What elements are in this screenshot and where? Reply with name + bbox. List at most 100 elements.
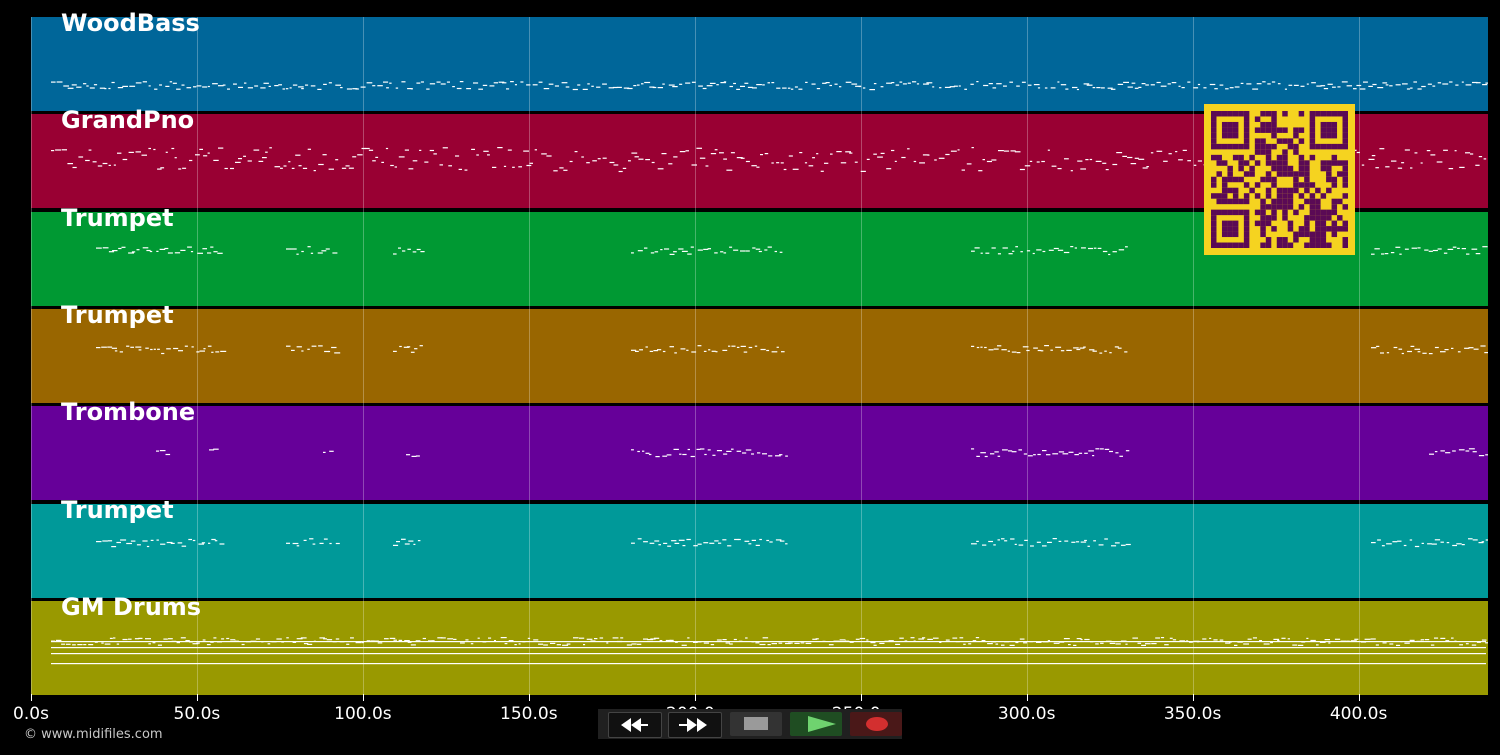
note [1382,642,1387,644]
note [145,637,151,640]
note [1480,345,1486,347]
note [812,157,815,159]
note [1390,251,1395,253]
note [440,83,446,85]
note [1178,159,1183,161]
note [406,346,411,348]
note [766,539,770,541]
copyright-footer: © www.midifiles.com [24,727,163,742]
note [518,643,521,645]
note [1141,644,1146,646]
note [673,250,677,252]
note [1440,637,1446,639]
note [1160,85,1167,87]
note [776,346,779,348]
note [1465,84,1472,86]
note [1456,542,1462,544]
note [637,537,642,539]
tick-label: 150.0s [500,704,558,724]
note [1328,642,1331,644]
track-lane[interactable]: GM Drums [31,593,1488,695]
note [122,159,128,161]
tick-mark [528,694,530,701]
note [1440,450,1445,452]
note [1092,350,1097,352]
note [1051,165,1057,168]
track-lane[interactable]: Trumpet [31,301,1488,403]
note [203,347,206,350]
rewind-button[interactable] [608,712,662,738]
note [396,540,400,542]
note [145,347,149,349]
note [1119,455,1123,458]
note [543,644,548,646]
note [873,153,877,156]
note [678,539,685,541]
note [957,149,960,151]
note [372,85,376,87]
note [1448,168,1454,170]
note [799,152,803,154]
note [1064,540,1069,542]
note [1380,352,1384,354]
note [562,644,569,646]
note [72,167,77,169]
note [207,85,210,88]
note [1413,81,1417,83]
note [745,637,748,639]
track-lane[interactable]: Trombone [31,398,1488,501]
note [1109,451,1113,453]
note [1310,639,1316,641]
note [503,166,507,168]
note [707,449,711,451]
note [141,154,147,157]
note [220,350,227,352]
note [174,251,181,253]
stop-button[interactable] [730,712,782,736]
note [1036,161,1040,163]
note [1112,164,1118,166]
note [255,638,261,640]
note [771,162,774,164]
note [642,450,645,452]
qr-code[interactable] [1204,104,1355,255]
note [631,542,635,544]
note [406,454,411,456]
track-lane[interactable]: Trumpet [31,496,1488,598]
note [1178,85,1181,87]
note [1146,166,1149,168]
note [150,539,154,541]
fast-forward-button[interactable] [668,712,722,738]
tick-label: 50.0s [173,704,221,724]
note [97,165,103,167]
note [681,644,687,646]
note [500,636,507,638]
note [1084,539,1087,541]
note [159,84,162,86]
note [311,345,317,347]
note [1118,248,1125,250]
note [497,147,503,149]
note [332,251,338,254]
track-lane[interactable]: WoodBass [31,9,1488,111]
note [178,349,183,352]
note [1046,454,1051,456]
note [1050,87,1056,89]
note [1410,87,1413,89]
note [543,88,550,90]
play-button[interactable] [790,712,842,736]
note [679,83,683,85]
note [995,643,999,645]
note [1167,83,1171,85]
note [323,451,326,454]
note [61,149,67,151]
note [1058,451,1065,453]
note [109,637,113,639]
note [201,541,206,543]
note [662,83,665,85]
record-button[interactable] [850,712,902,736]
note [154,88,158,90]
note [1478,156,1483,158]
note [1404,642,1410,644]
note [1070,170,1073,172]
